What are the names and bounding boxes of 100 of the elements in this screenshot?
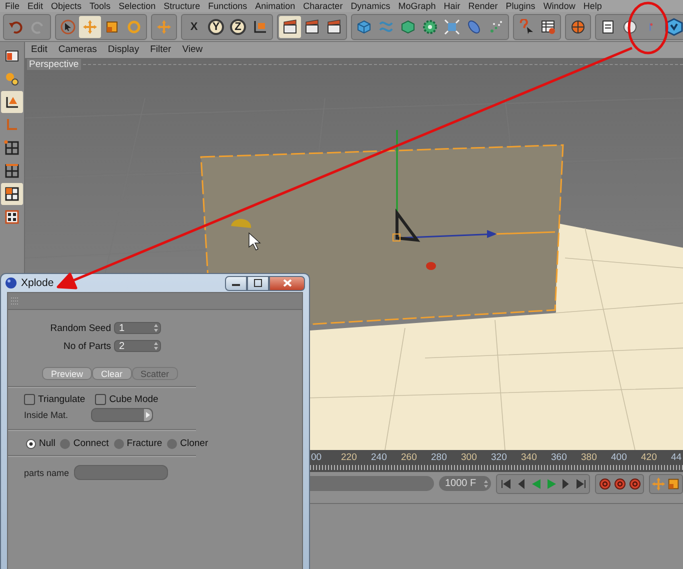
frame-label: 340	[521, 451, 538, 465]
undo-icon	[8, 18, 24, 34]
rotate-icon	[126, 18, 142, 34]
frame-label: 360	[551, 451, 568, 465]
frame-label: 44	[671, 451, 683, 465]
move-icon	[156, 18, 172, 34]
menu-item[interactable]: Render	[468, 0, 498, 12]
particles-icon	[488, 18, 504, 34]
tool-button[interactable]	[279, 16, 301, 38]
globe-icon	[570, 18, 586, 34]
table-icon	[540, 18, 556, 34]
frame-label: 400	[611, 451, 628, 465]
autokey-icon	[614, 478, 626, 490]
frame-label: 300	[461, 451, 478, 465]
spinner-icon	[154, 324, 158, 332]
select-icon	[60, 18, 76, 34]
radio-button[interactable]	[114, 438, 124, 448]
frame-label: 240	[371, 451, 388, 465]
menu-item[interactable]: View	[182, 44, 203, 56]
document-icon	[600, 18, 616, 34]
menu-item[interactable]: Objects	[51, 0, 82, 12]
gear-icon	[422, 18, 438, 34]
menu-item[interactable]: Hair	[444, 0, 460, 12]
menu-item[interactable]: Dynamics	[350, 0, 390, 12]
menu-item[interactable]: Filter	[150, 44, 172, 56]
menu-item[interactable]: Animation	[255, 0, 296, 12]
sphere-icon	[5, 277, 17, 289]
radio-button[interactable]	[167, 438, 178, 448]
capsule-icon	[466, 18, 482, 34]
maximize-icon	[254, 279, 262, 287]
menu-item[interactable]: Edit	[28, 0, 44, 12]
caret-icon	[146, 412, 150, 418]
minimize-button[interactable]	[225, 276, 247, 290]
menu-item[interactable]: MoGraph	[398, 0, 436, 12]
move-icon	[82, 18, 98, 34]
axis-button[interactable]: X	[183, 16, 205, 38]
axis-icon	[4, 117, 20, 133]
play-backward-icon	[530, 478, 542, 490]
field-label: Inside Mat.	[24, 410, 70, 420]
coordinate-icon	[252, 18, 268, 34]
close-button[interactable]	[269, 276, 305, 290]
frame-label: 420	[641, 451, 658, 465]
last-frame-icon	[574, 478, 586, 490]
menu-item[interactable]: Structure	[164, 0, 200, 12]
menu-item[interactable]: Selection	[118, 0, 156, 12]
spinner-icon	[154, 342, 158, 350]
frame-label: 00	[311, 451, 323, 465]
menu-item[interactable]: File	[5, 0, 20, 12]
field-label: Random Seed	[49, 322, 111, 334]
number-field[interactable]: 1	[114, 322, 161, 334]
spinner-icon	[484, 480, 488, 488]
clapperboard-icon	[304, 18, 320, 34]
record-button[interactable]	[612, 476, 627, 492]
checkbox[interactable]	[24, 394, 35, 405]
number-field[interactable]: 2	[114, 340, 161, 352]
record-button[interactable]	[627, 476, 642, 492]
menu-item[interactable]: Cameras	[58, 44, 97, 56]
spline-icon	[378, 18, 394, 34]
cursor-icon	[248, 232, 261, 250]
frame-label: 280	[431, 451, 448, 465]
record-button[interactable]	[597, 476, 612, 492]
clapperboard-icon	[326, 18, 342, 34]
dialog-title: Xplode	[21, 277, 55, 289]
checkbox[interactable]	[95, 394, 106, 405]
expand-icon	[444, 18, 460, 34]
play-icon	[544, 478, 556, 490]
points-mode-icon	[4, 140, 20, 156]
radio-label: Cloner	[180, 438, 208, 449]
sphere-tool-icon	[4, 71, 20, 87]
radio-label: Connect	[73, 438, 109, 449]
tool-button[interactable]	[1, 183, 23, 205]
axis-gizmo[interactable]	[392, 130, 556, 242]
frame-label: 380	[581, 451, 598, 465]
close-icon	[282, 279, 292, 287]
menu-item[interactable]: Character	[303, 0, 343, 12]
menu-item[interactable]: Functions	[208, 0, 248, 12]
menu-item[interactable]: Display	[108, 44, 140, 56]
layout-icon	[4, 48, 20, 64]
end-frame-field[interactable]: 1000 F	[439, 476, 491, 491]
tool-button[interactable]	[1, 91, 23, 113]
input-field[interactable]	[74, 465, 168, 480]
checkbox-label: Triangulate	[38, 394, 86, 405]
frame-label: 260	[401, 451, 418, 465]
frame-label: 220	[341, 451, 358, 465]
frame-label: 320	[491, 451, 508, 465]
menu-item[interactable]: Plugins	[506, 0, 536, 12]
menu-item[interactable]: Help	[583, 0, 602, 12]
edges-mode-icon	[4, 163, 20, 179]
first-frame-icon	[500, 478, 512, 490]
material-dropdown[interactable]	[91, 408, 153, 422]
checkbox-label: Cube Mode	[109, 394, 158, 405]
menu-item[interactable]: Tools	[90, 0, 111, 12]
cube-generator-icon	[400, 18, 416, 34]
scale-icon	[104, 18, 120, 34]
radio-button[interactable]	[60, 438, 70, 448]
menu-item[interactable]: Window	[543, 0, 576, 12]
handle-dot[interactable]	[426, 262, 436, 270]
menu-item[interactable]: Edit	[31, 44, 48, 56]
radio-button[interactable]	[26, 438, 36, 448]
maximize-button[interactable]	[247, 276, 269, 290]
